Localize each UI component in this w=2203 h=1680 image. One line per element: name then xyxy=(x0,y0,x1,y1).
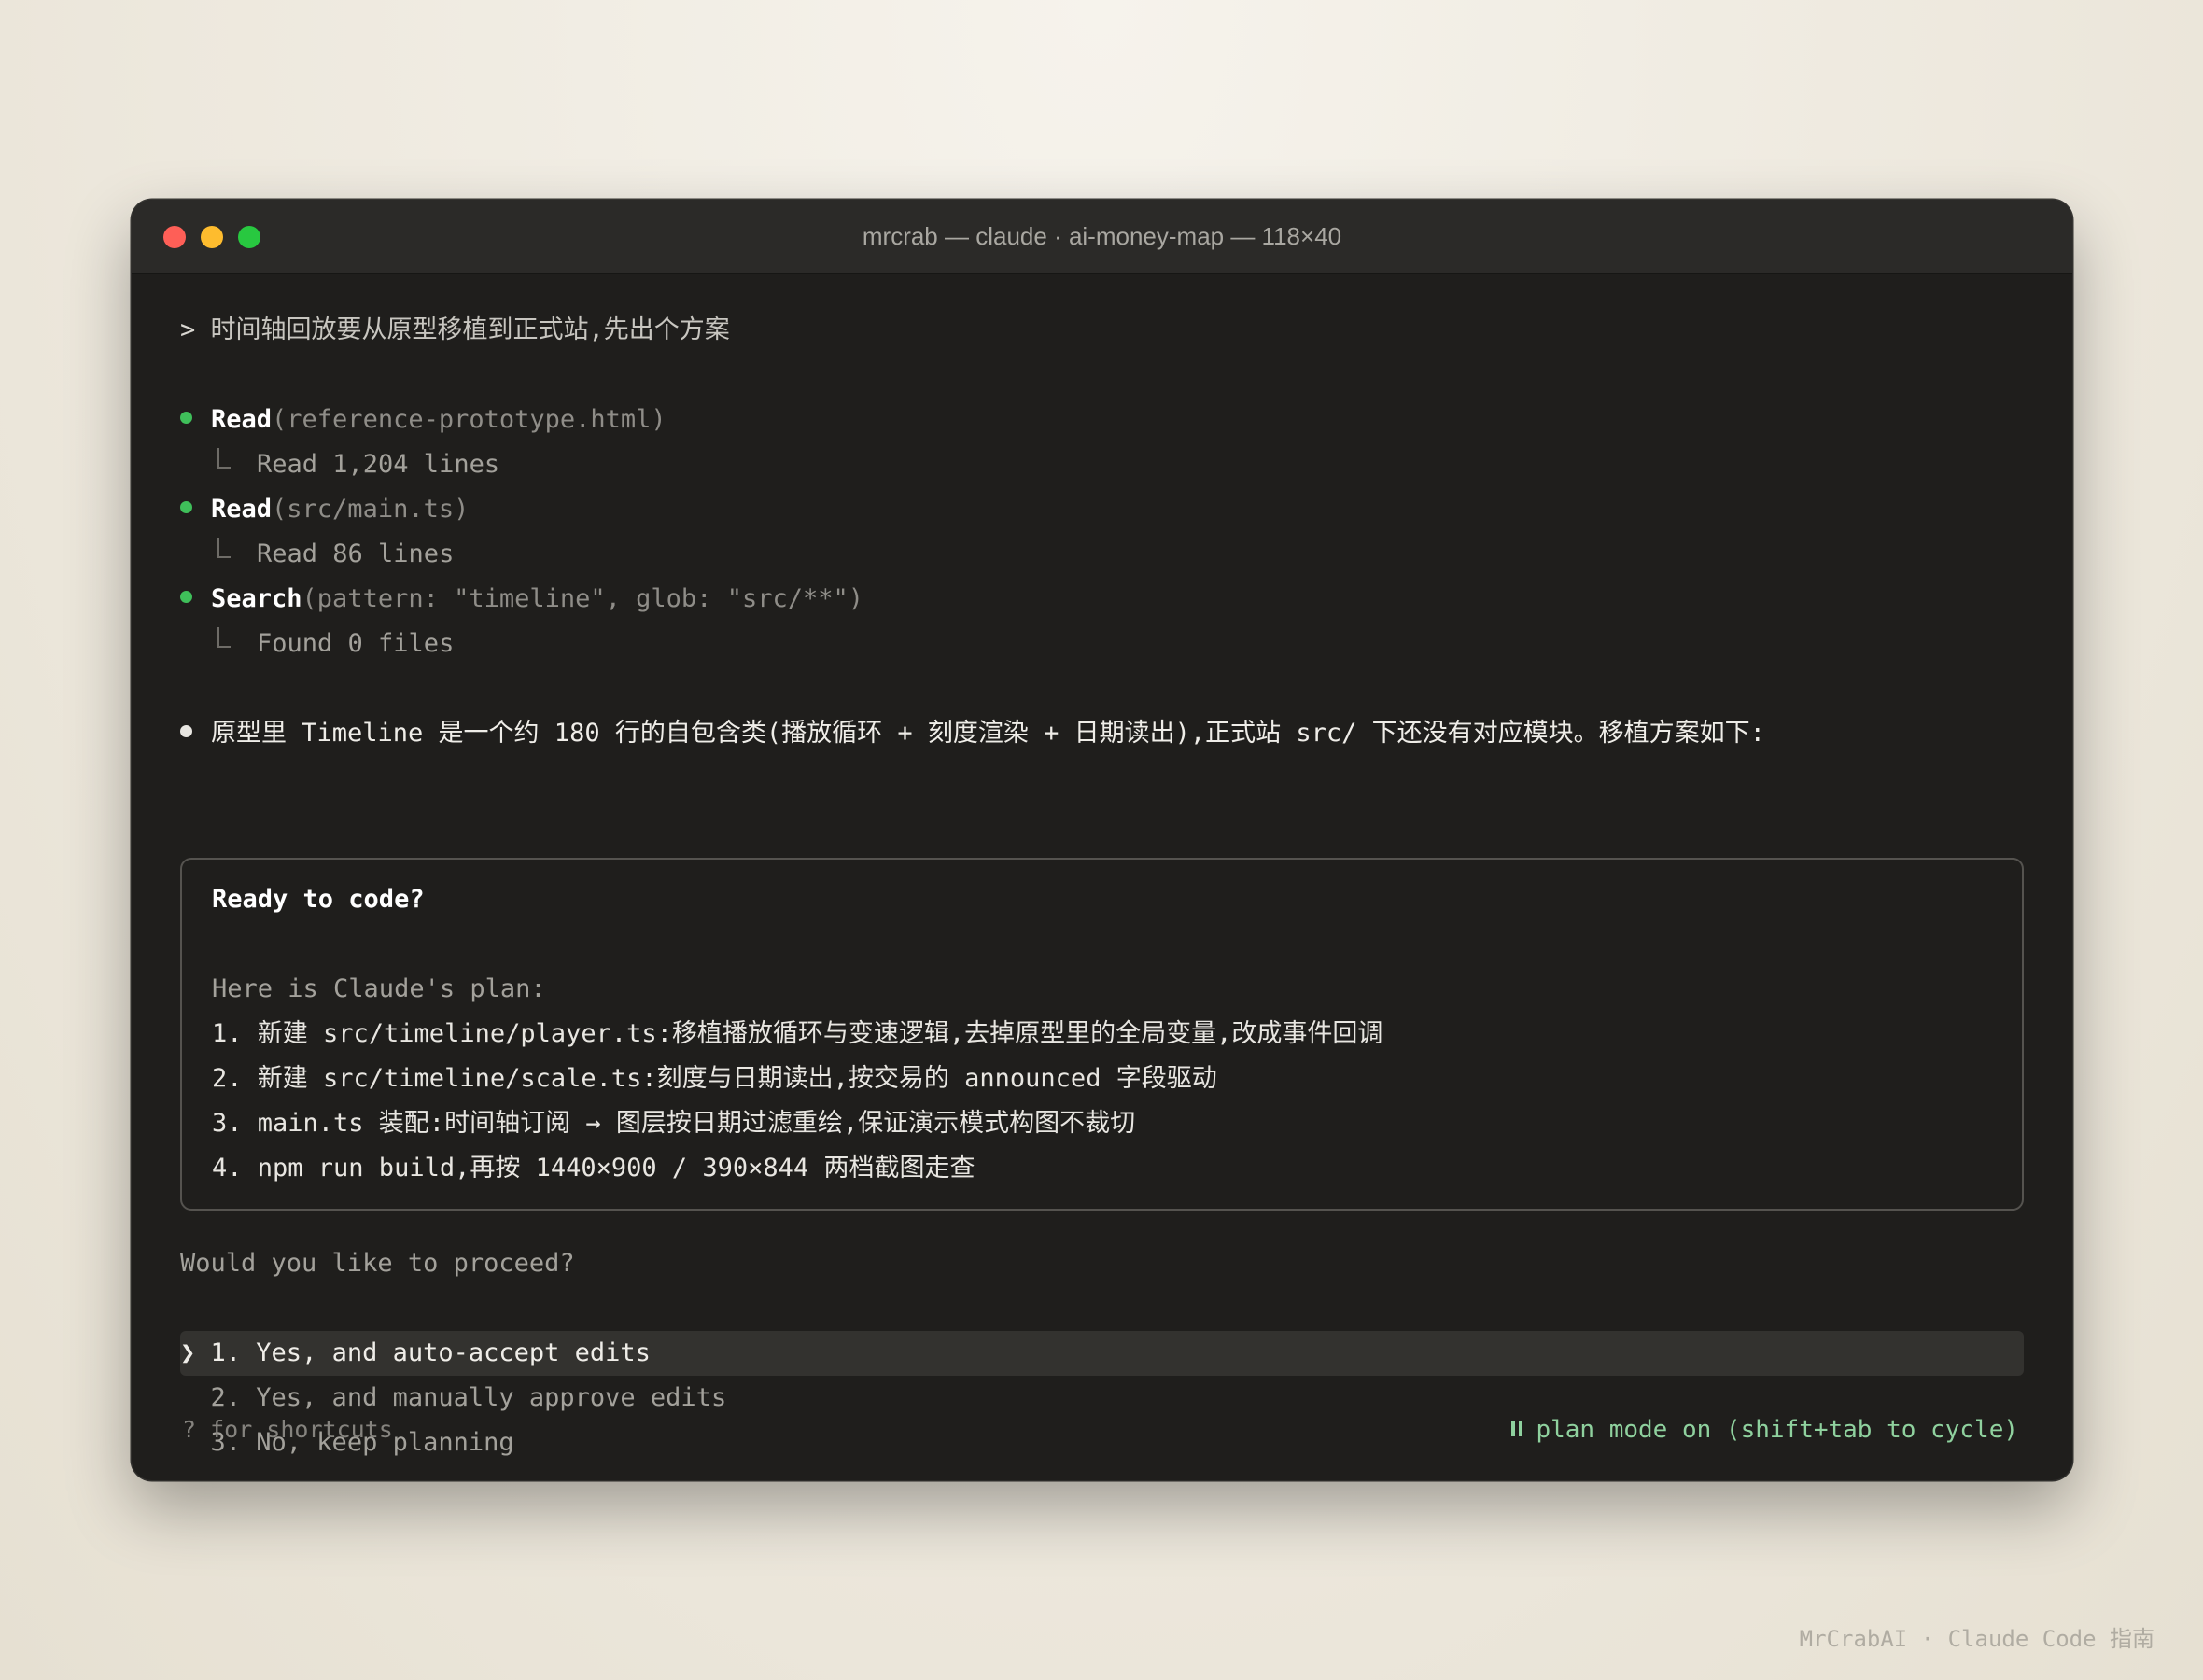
plan-mode-text: plan mode on (shift+tab to cycle) xyxy=(1536,1416,2018,1444)
tool-name: Read xyxy=(211,405,273,434)
tool-result: Read 86 lines xyxy=(180,532,2024,577)
window-title: mrcrab — claude · ai-money-map — 118×40 xyxy=(862,222,1342,250)
option-label: 2. Yes, and manually approve edits xyxy=(210,1383,727,1412)
tool-call-read-prototype: Read(reference-prototype.html) xyxy=(180,398,2024,442)
assistant-message: 原型里 Timeline 是一个约 180 行的自包含类(播放循环 + 刻度渲染… xyxy=(180,711,2024,756)
terminal-window: mrcrab — claude · ai-money-map — 118×40 … xyxy=(132,200,2072,1480)
shortcuts-hint: ? for shortcuts xyxy=(182,1416,393,1443)
prompt-text: 时间轴回放要从原型移植到正式站,先出个方案 xyxy=(210,315,730,344)
plan-mode-status[interactable]: plan mode on (shift+tab to cycle) xyxy=(1511,1411,2018,1449)
tool-result-text: Read 86 lines xyxy=(257,539,455,568)
assistant-message-text: 原型里 Timeline 是一个约 180 行的自包含类(播放循环 + 刻度渲染… xyxy=(211,719,1765,748)
proceed-question: Would you like to proceed? xyxy=(180,1249,575,1278)
tool-args: (reference-prototype.html) xyxy=(272,405,667,434)
success-dot-icon xyxy=(180,591,192,603)
pause-icon xyxy=(1511,1421,1523,1436)
tool-call-read-main: Read(src/main.ts) xyxy=(180,487,2024,532)
selection-caret-icon: ❯ xyxy=(180,1338,196,1367)
tree-elbow-icon xyxy=(217,447,231,469)
plan-step: 4. npm run build,再按 1440×900 / 390×844 两… xyxy=(212,1154,975,1183)
terminal-content: > 时间轴回放要从原型移植到正式站,先出个方案 Read(reference-p… xyxy=(180,274,2024,1480)
message-dot-icon xyxy=(180,725,192,737)
success-dot-icon xyxy=(180,412,192,424)
option-label: 1. Yes, and auto-accept edits xyxy=(210,1338,651,1367)
tool-name: Read xyxy=(211,495,273,524)
tool-result-text: Read 1,204 lines xyxy=(257,450,500,479)
tree-elbow-icon xyxy=(217,626,231,648)
tool-args: (pattern: "timeline", glob: "src/**") xyxy=(302,584,863,613)
plan-box: Ready to code? Here is Claude's plan: 1.… xyxy=(180,858,2024,1211)
plan-step: 3. main.ts 装配:时间轴订阅 → 图层按日期过滤重绘,保证演示模式构图… xyxy=(212,1109,1136,1138)
plan-title: Ready to code? xyxy=(212,885,425,914)
tool-result-text: Found 0 files xyxy=(257,629,455,658)
tool-result: Found 0 files xyxy=(180,622,2024,666)
success-dot-icon xyxy=(180,501,192,513)
plan-step: 1. 新建 src/timeline/player.ts:移植播放循环与变速逻辑… xyxy=(212,1019,1383,1048)
plan-intro: Here is Claude's plan: xyxy=(212,974,546,1003)
user-prompt: > 时间轴回放要从原型移植到正式站,先出个方案 xyxy=(180,308,2024,353)
tool-args: (src/main.ts) xyxy=(272,495,470,524)
plan-step: 2. 新建 src/timeline/scale.ts:刻度与日期读出,按交易的… xyxy=(212,1064,1217,1093)
tool-call-search: Search(pattern: "timeline", glob: "src/*… xyxy=(180,577,2024,622)
option-auto-accept[interactable]: ❯ 1. Yes, and auto-accept edits xyxy=(180,1331,2024,1376)
prompt-symbol: > xyxy=(180,315,196,344)
title-bar[interactable]: mrcrab — claude · ai-money-map — 118×40 xyxy=(132,200,2072,274)
tool-name: Search xyxy=(211,584,302,613)
watermark: MrCrabAI · Claude Code 指南 xyxy=(1799,1626,2154,1652)
tree-elbow-icon xyxy=(217,537,231,558)
tool-result: Read 1,204 lines xyxy=(180,442,2024,487)
